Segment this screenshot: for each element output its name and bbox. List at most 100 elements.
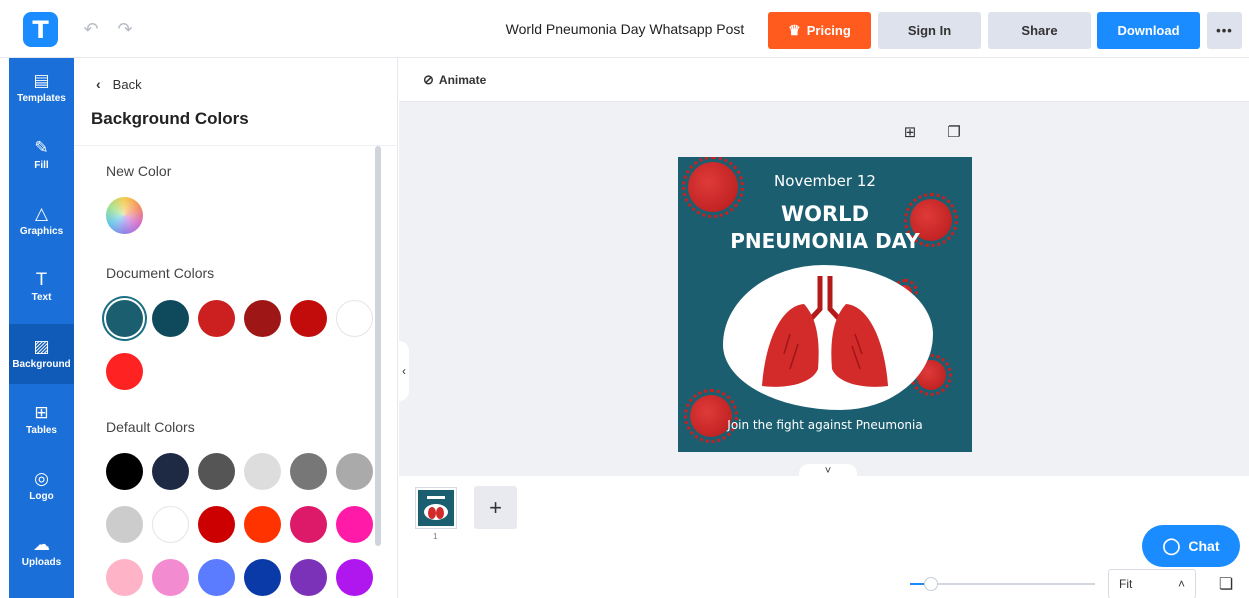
upload-cloud-icon: ☁ [33, 535, 50, 555]
templates-icon: ▤ [33, 71, 50, 91]
color-swatch[interactable] [198, 300, 235, 337]
color-swatch[interactable] [244, 300, 281, 337]
zoom-select[interactable]: Fit ˄ [1108, 569, 1196, 598]
background-icon: ▨ [33, 337, 50, 357]
color-swatch[interactable] [244, 453, 281, 490]
undo-icon[interactable]: ↶ [80, 18, 102, 40]
collapse-panel-handle[interactable]: ‹ [399, 341, 409, 401]
add-page-icon[interactable]: ⊞ [900, 122, 920, 142]
redo-icon[interactable]: ↷ [114, 18, 136, 40]
rail-item-logo[interactable]: ◎ Logo [9, 456, 74, 516]
top-bar: T ↶ ↷ World Pneumonia Day Whatsapp Post … [0, 0, 1249, 58]
chat-button[interactable]: ◯ Chat [1142, 525, 1240, 567]
color-swatch[interactable] [336, 559, 373, 596]
color-swatch[interactable] [244, 559, 281, 596]
rail-item-label: Logo [29, 491, 54, 502]
design-date-text: November 12 [774, 172, 876, 190]
chevron-up-icon: ˄ [1177, 577, 1185, 591]
divider [74, 145, 398, 146]
color-swatch[interactable] [198, 506, 235, 543]
color-swatch[interactable] [290, 506, 327, 543]
color-swatch[interactable] [106, 353, 143, 390]
zoom-slider-handle[interactable] [924, 577, 938, 591]
color-swatch[interactable] [152, 453, 189, 490]
shapes-icon: △ [34, 204, 49, 224]
logo-icon: ◎ [34, 469, 49, 489]
rail-item-label: Text [31, 292, 52, 303]
pages-view-icon[interactable]: ❏ [1216, 573, 1236, 595]
pricing-label: Pricing [806, 23, 851, 38]
panel-scrollbar[interactable] [375, 146, 381, 546]
rail-item-uploads[interactable]: ☁ Uploads [9, 522, 74, 582]
zoom-value: Fit [1119, 577, 1133, 591]
left-nav-rail: ▤ Templates ✎ Fill △ Graphics T Text ▨ B… [9, 58, 74, 598]
default-colors-label: Default Colors [106, 419, 195, 435]
rail-item-label: Tables [26, 425, 57, 436]
pencil-icon: ✎ [34, 138, 49, 158]
crown-icon: ♛ [788, 22, 801, 38]
collapse-pages-handle[interactable]: ˅ [799, 464, 857, 478]
animate-icon: ⊘ [423, 72, 434, 87]
color-swatch[interactable] [198, 453, 235, 490]
download-button[interactable]: Download [1097, 12, 1200, 49]
rail-item-graphics[interactable]: △ Graphics [9, 191, 74, 251]
page-number: 1 [433, 532, 438, 541]
add-page-button[interactable]: + [474, 486, 517, 529]
color-swatch[interactable] [106, 300, 143, 337]
design-canvas[interactable]: November 12 WORLD PNEUMONIA DAY Join the… [678, 157, 972, 452]
rail-item-label: Templates [17, 93, 66, 104]
color-swatch[interactable] [290, 300, 327, 337]
document-colors-label: Document Colors [106, 265, 215, 281]
back-label: Back [112, 76, 142, 92]
chevron-left-icon: ‹ [96, 76, 101, 92]
color-swatch[interactable] [290, 559, 327, 596]
pricing-button[interactable]: ♛ Pricing [768, 12, 871, 49]
rail-item-label: Graphics [19, 226, 64, 237]
chat-label: Chat [1188, 538, 1220, 554]
color-swatch[interactable] [152, 300, 189, 337]
page-thumbnail[interactable] [416, 488, 456, 528]
color-swatch[interactable] [106, 453, 143, 490]
rail-item-text[interactable]: T Text [9, 257, 74, 317]
rail-item-label: Fill [34, 160, 49, 171]
chat-bubble-icon: ◯ [1162, 538, 1181, 555]
rail-item-background[interactable]: ▨ Background [9, 324, 74, 384]
color-swatch[interactable] [106, 506, 143, 543]
color-swatch[interactable] [152, 559, 189, 596]
design-title-line2: PNEUMONIA DAY [730, 229, 920, 253]
rail-item-label: Background [12, 359, 71, 370]
design-title-line1: WORLD [781, 202, 869, 226]
sign-in-button[interactable]: Sign In [878, 12, 981, 49]
zoom-slider[interactable] [910, 577, 1095, 591]
animate-label: Animate [438, 73, 487, 87]
rail-item-label: Uploads [21, 557, 62, 568]
color-swatch[interactable] [290, 453, 327, 490]
document-title[interactable]: World Pneumonia Day Whatsapp Post [480, 21, 770, 37]
color-swatch[interactable] [336, 506, 373, 543]
duplicate-page-icon[interactable]: ❐ [944, 122, 964, 142]
color-swatch[interactable] [336, 453, 373, 490]
new-color-label: New Color [106, 163, 172, 179]
table-icon: ⊞ [34, 403, 49, 423]
color-swatch[interactable] [198, 559, 235, 596]
lungs-illustration [762, 276, 888, 387]
rail-item-templates[interactable]: ▤ Templates [9, 58, 74, 118]
back-button[interactable]: ‹ Back [96, 76, 142, 92]
animate-toolbar: ⊘ Animate [399, 58, 1249, 102]
background-colors-panel: ‹ Back Background Colors New Color Docum… [74, 58, 398, 598]
rail-item-fill[interactable]: ✎ Fill [9, 125, 74, 185]
app-logo[interactable]: T [23, 12, 58, 47]
animate-button[interactable]: ⊘ Animate [423, 72, 486, 88]
color-swatch[interactable] [244, 506, 281, 543]
new-color-picker[interactable] [106, 197, 143, 234]
more-options-button[interactable]: ••• [1207, 12, 1242, 49]
color-swatch[interactable] [106, 559, 143, 596]
design-footer-text: Join the fight against Pneumonia [727, 418, 923, 432]
text-icon: T [36, 270, 47, 290]
rail-item-tables[interactable]: ⊞ Tables [9, 390, 74, 450]
panel-title: Background Colors [91, 109, 249, 128]
share-button[interactable]: Share [988, 12, 1091, 49]
canvas-area: ⊘ Animate ‹ ⊞ ❐ November 12 WORLD PNEUMO… [399, 58, 1249, 598]
color-swatch[interactable] [152, 506, 189, 543]
color-swatch[interactable] [336, 300, 373, 337]
